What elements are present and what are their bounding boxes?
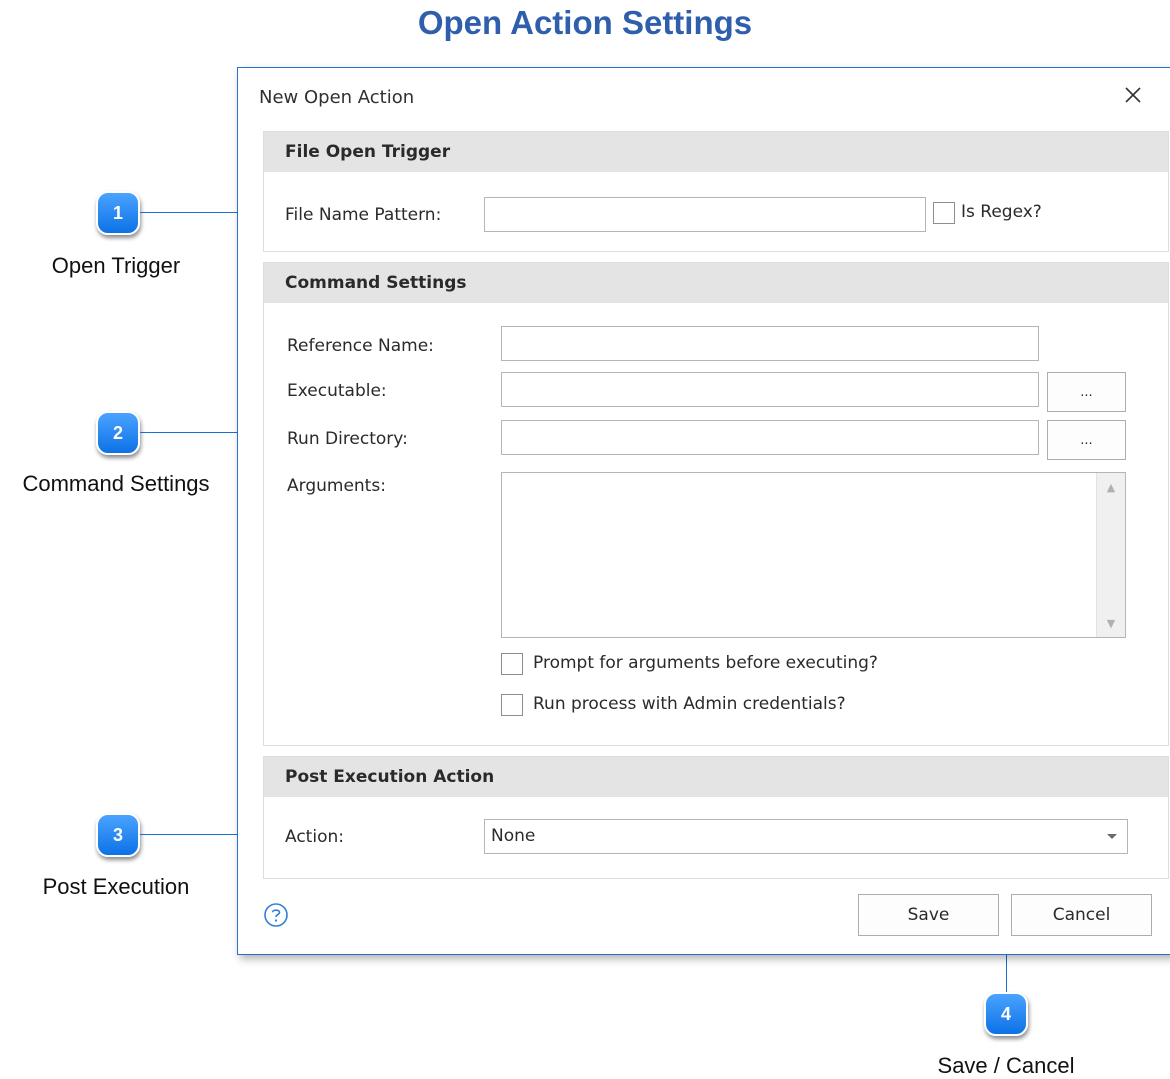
- save-button[interactable]: Save: [858, 894, 999, 936]
- prompt-arguments-label: Prompt for arguments before executing?: [533, 653, 878, 673]
- reference-name-label: Reference Name:: [287, 336, 434, 356]
- run-directory-browse-button[interactable]: ...: [1047, 420, 1126, 460]
- executable-browse-button[interactable]: ...: [1047, 372, 1126, 412]
- arguments-scrollbar[interactable]: ▲ ▼: [1096, 473, 1125, 637]
- callout-badge-4: 4: [984, 992, 1028, 1036]
- prompt-arguments-checkbox[interactable]: [501, 653, 523, 675]
- dialog-title: New Open Action: [259, 87, 415, 108]
- callout-line-3: [140, 834, 238, 835]
- file-name-pattern-label: File Name Pattern:: [285, 205, 442, 225]
- page-title: Open Action Settings: [417, 4, 753, 41]
- action-select[interactable]: None: [484, 819, 1128, 854]
- new-open-action-dialog: New Open Action File Open Trigger File N…: [237, 67, 1170, 955]
- arguments-label: Arguments:: [287, 476, 386, 496]
- callout-line-1: [140, 212, 238, 213]
- action-select-value: None: [491, 826, 536, 846]
- action-label: Action:: [285, 827, 344, 847]
- post-execution-section: Post Execution Action Action: None: [263, 756, 1169, 879]
- scroll-up-icon[interactable]: ▲: [1097, 475, 1125, 499]
- callout-label-command-settings: Command Settings: [22, 471, 210, 496]
- cancel-button[interactable]: Cancel: [1011, 894, 1152, 936]
- callout-badge-3: 3: [96, 813, 140, 857]
- chevron-down-icon: [1107, 834, 1117, 839]
- callout-badge-2: 2: [96, 411, 140, 455]
- scroll-down-icon[interactable]: ▼: [1097, 611, 1125, 635]
- executable-label: Executable:: [287, 381, 387, 401]
- section-header-post-execution: Post Execution Action: [264, 757, 1168, 797]
- admin-credentials-label: Run process with Admin credentials?: [533, 694, 846, 714]
- section-header-command-settings: Command Settings: [264, 263, 1168, 303]
- help-circle-icon[interactable]: [263, 902, 289, 928]
- callout-label-open-trigger: Open Trigger: [51, 253, 181, 278]
- is-regex-checkbox[interactable]: [933, 202, 955, 224]
- run-directory-input[interactable]: [501, 420, 1039, 455]
- callout-badge-1: 1: [96, 191, 140, 235]
- callout-label-save-cancel: Save / Cancel: [937, 1053, 1075, 1078]
- arguments-textarea[interactable]: ▲ ▼: [501, 472, 1126, 638]
- is-regex-label: Is Regex?: [961, 202, 1042, 222]
- callout-line-2: [140, 432, 238, 433]
- admin-credentials-checkbox[interactable]: [501, 694, 523, 716]
- reference-name-input[interactable]: [501, 326, 1039, 361]
- executable-input[interactable]: [501, 372, 1039, 407]
- file-name-pattern-input[interactable]: [484, 197, 926, 232]
- run-directory-label: Run Directory:: [287, 429, 408, 449]
- file-open-trigger-section: File Open Trigger File Name Pattern: Is …: [263, 131, 1169, 252]
- close-icon[interactable]: [1120, 82, 1146, 108]
- callout-label-post-execution: Post Execution: [42, 874, 190, 899]
- command-settings-section: Command Settings Reference Name: Executa…: [263, 262, 1169, 746]
- section-header-file-open-trigger: File Open Trigger: [264, 132, 1168, 172]
